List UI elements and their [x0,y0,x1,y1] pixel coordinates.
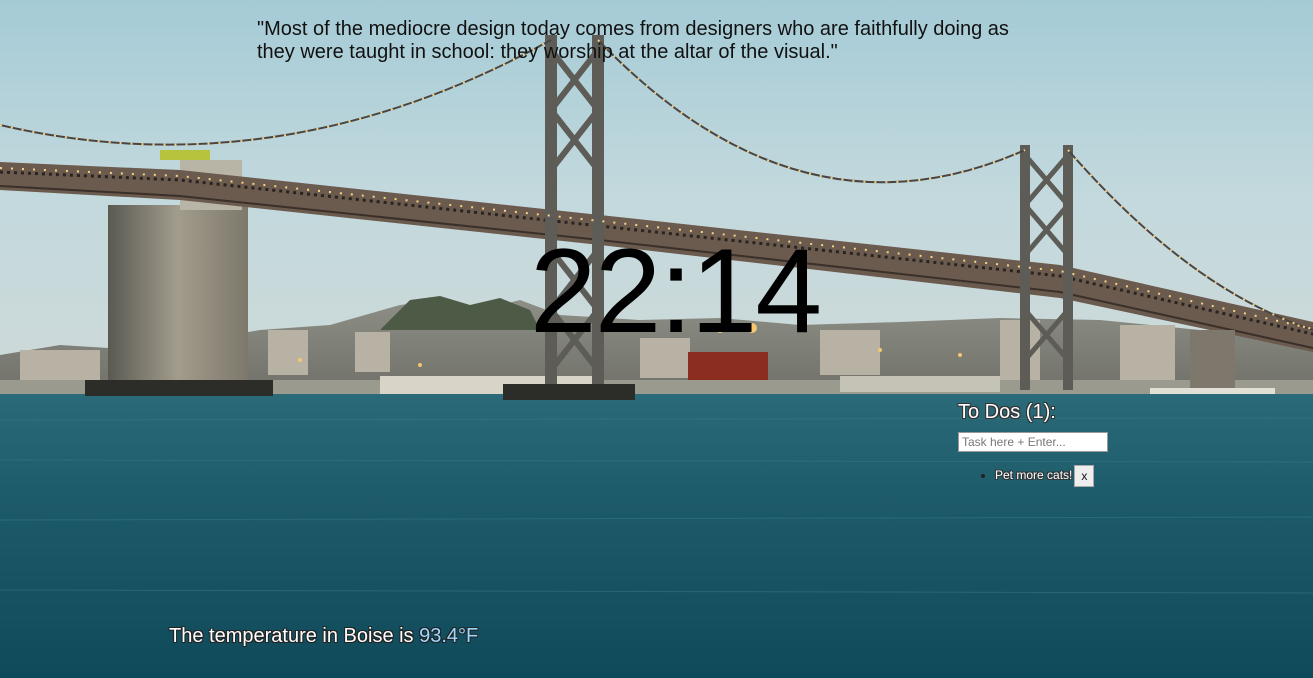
todo-remove-button[interactable]: x [1074,464,1095,487]
todo-list: Pet more cats!x [958,464,1158,487]
clock-time: 22:14 [529,224,822,358]
new-tab-page: "Most of the mediocre design today comes… [0,0,1313,678]
todo-task-input[interactable] [958,432,1108,452]
weather-prefix: The temperature in Boise is [169,625,420,647]
todo-widget: To Dos (1): Pet more cats!x [958,400,1158,487]
todo-title: To Dos (1): [958,401,1056,423]
todo-item: Pet more cats!x [995,464,1158,487]
todo-item-text: Pet more cats! [995,468,1073,482]
weather-temperature: 93.4°F [419,625,479,647]
weather-line: The temperature in Boise is 93.4°F [169,624,478,648]
quote-text: "Most of the mediocre design today comes… [257,18,1009,63]
